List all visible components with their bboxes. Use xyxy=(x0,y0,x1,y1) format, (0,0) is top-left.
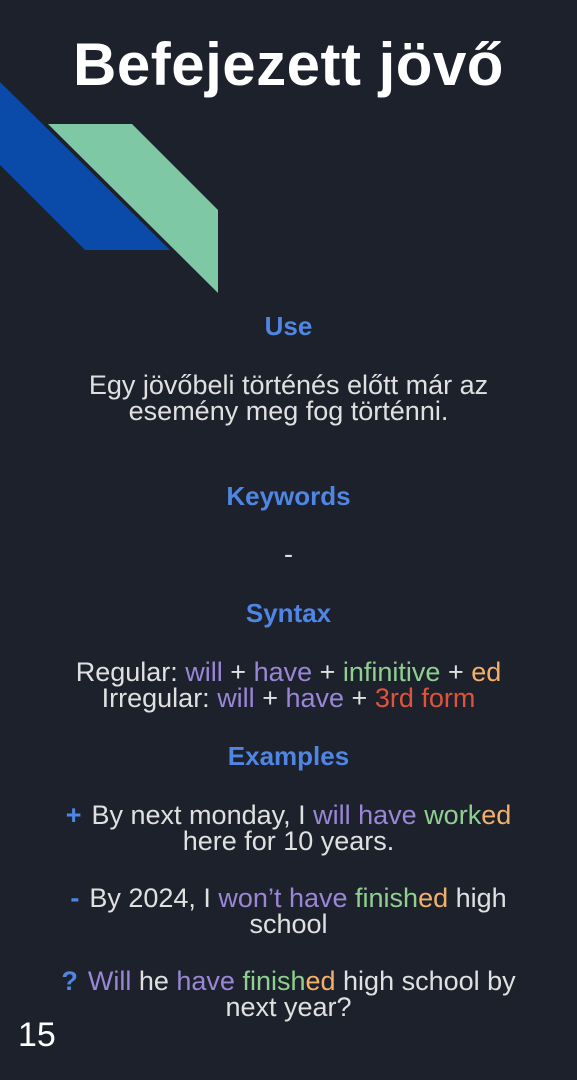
use-text: Egy jövőbeli történés előtt már az esemé… xyxy=(88,370,489,426)
syntax-regular-ed: ed xyxy=(471,657,502,687)
keywords-heading: Keywords xyxy=(226,481,351,511)
minus-sign: - xyxy=(70,883,80,913)
syntax-formulas: Regular: will + have + infinitive + ed I… xyxy=(20,657,557,713)
syntax-irregular: Irregular: will + have + 3rd form xyxy=(101,683,476,713)
use-heading: Use xyxy=(264,311,313,341)
syntax-heading: Syntax xyxy=(245,598,332,628)
plus-sign: + xyxy=(65,800,82,830)
example-question: ? Will he have finished high school by ne… xyxy=(61,966,516,1022)
example-positive: + By next monday, I will have worked here… xyxy=(65,800,512,856)
examples-heading: Examples xyxy=(227,741,350,771)
page-number: 15 xyxy=(18,1016,56,1054)
syntax-regular: Regular: will + have + infinitive + ed xyxy=(75,657,502,687)
syntax-irregular-3rd-form: 3rd form xyxy=(374,683,476,713)
keywords-text: - xyxy=(284,539,293,569)
page-title: Befejezett jövő xyxy=(73,31,504,98)
example-negative: - By 2024, I won’t have finished high sch… xyxy=(70,883,507,939)
syntax-irregular-will: will xyxy=(217,683,255,713)
question-sign: ? xyxy=(61,966,78,996)
syntax-irregular-have: have xyxy=(285,683,345,713)
